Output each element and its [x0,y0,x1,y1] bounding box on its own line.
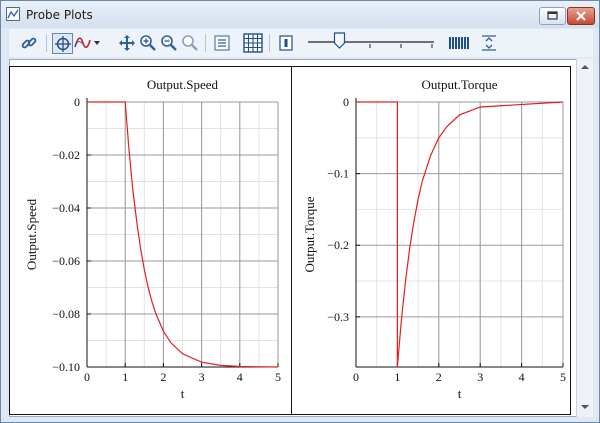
x-tick-label: 1 [394,370,400,384]
single-plot-icon [279,35,293,51]
window-title: Probe Plots [26,8,93,22]
link-button[interactable] [19,33,39,53]
x-tick-label: 5 [275,370,281,384]
crosshair-button[interactable] [52,33,73,54]
y-tick-label: −0.02 [52,148,80,162]
y-tick-label: −0.1 [327,167,349,181]
x-tick-label: 2 [436,370,442,384]
x-tick-label: 3 [477,370,483,384]
y-tick-label: 0 [74,95,80,109]
zoom-out-icon [161,35,177,51]
scroll-up-arrow-icon[interactable] [577,61,593,73]
probe-plots-app-icon [6,7,20,21]
y-axis-label: Output.Torque [302,196,317,272]
slider-thumb[interactable] [333,32,346,49]
plots-panel: 0 1 2 3 4 5 0 −0.02 −0.04 −0.06 −0.08 −0.10 Output.S… [9,66,571,415]
x-tick-label: 0 [84,370,90,384]
slider-track [308,32,434,49]
fit-height-button[interactable] [479,33,499,53]
curve-select-icon [74,37,100,49]
toolbar-separator [269,34,270,52]
link-icon [21,37,37,49]
probe-plots-window: Probe Plots 0 1 2 3 4 5 0 −0.02 −0.04 −0… [0,0,600,423]
vertical-scrollbar[interactable] [576,59,593,417]
plot-toolbar [9,29,593,57]
chart-title: Output.Speed [147,77,219,92]
time-slider[interactable] [304,32,439,54]
zoom-out-button[interactable] [159,33,179,53]
close-icon [576,11,586,21]
y-tick-label: −0.3 [327,310,349,324]
list-button[interactable] [212,33,232,53]
crosshair-icon [54,35,71,52]
zoom-fit-button[interactable] [180,33,200,53]
x-axis-label: t [181,386,185,401]
grid-icon [243,33,263,53]
y-axis-label: Output.Speed [24,198,39,270]
y-tick-label: 0 [343,95,349,109]
barcode-icon [449,37,469,49]
curve-select-button[interactable] [73,33,103,53]
torque-plot[interactable]: 0 1 2 3 4 5 0 −0.1 −0.2 −0.3 Output.Torque t Output.… [292,67,571,414]
y-tick-label: −0.2 [327,238,349,252]
zoom-in-icon [140,35,156,51]
restore-icon [547,11,558,20]
single-plot-button[interactable] [276,33,296,53]
pan-button[interactable] [117,33,137,53]
fit-height-icon [482,35,496,51]
restore-button[interactable] [539,7,566,25]
barcode-button[interactable] [447,33,471,53]
y-tick-label: −0.06 [52,254,80,268]
x-axis-label: t [458,386,462,401]
close-button[interactable] [567,7,595,25]
list-icon [214,35,230,51]
toolbar-separator [46,34,47,52]
pan-icon [119,35,135,51]
toolbar-separator [205,34,206,52]
grid-button[interactable] [243,33,263,53]
x-tick-label: 0 [353,370,359,384]
x-tick-label: 5 [560,370,566,384]
speed-plot[interactable]: 0 1 2 3 4 5 0 −0.02 −0.04 −0.06 −0.08 −0.10 Output.S… [10,67,291,414]
x-tick-label: 1 [122,370,128,384]
x-tick-label: 3 [199,370,205,384]
x-tick-label: 4 [237,370,243,384]
title-bar[interactable]: Probe Plots [1,1,599,28]
zoom-fit-icon [182,35,198,51]
x-tick-label: 2 [160,370,166,384]
chart-title: Output.Torque [422,77,498,92]
y-tick-label: −0.10 [52,360,80,374]
zoom-in-button[interactable] [138,33,158,53]
scroll-down-arrow-icon[interactable] [577,401,593,413]
y-tick-label: −0.04 [52,201,80,215]
y-tick-label: −0.08 [52,307,80,321]
x-tick-label: 4 [519,370,525,384]
